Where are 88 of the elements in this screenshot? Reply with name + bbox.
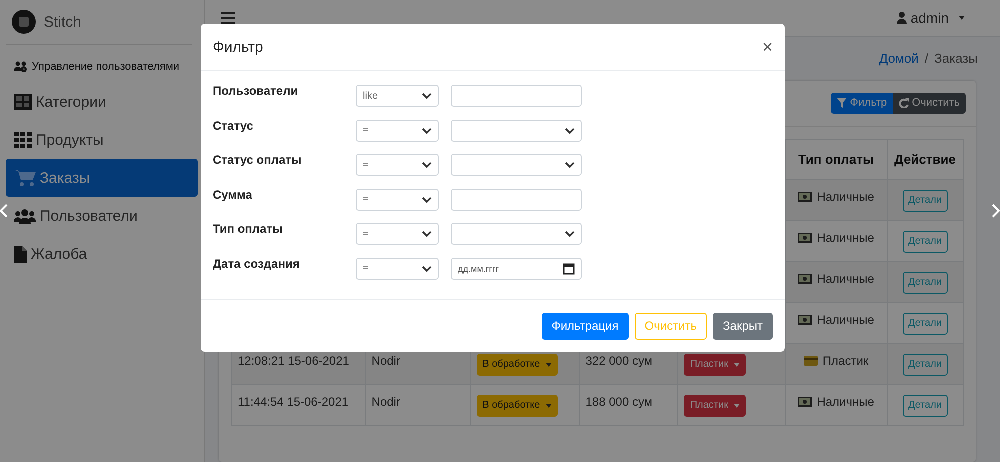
breadcrumb-link[interactable]: Домой — [879, 51, 919, 66]
close-button[interactable]: Закрыт — [713, 312, 773, 340]
chevron-down-icon — [565, 231, 575, 238]
cash-icon — [798, 192, 812, 202]
cash-icon — [798, 314, 812, 325]
apply-button[interactable]: Фильтрация — [542, 312, 629, 340]
table-cell: 188 000 сум — [586, 394, 653, 409]
column-header: Тип оплаты — [798, 152, 874, 167]
operator-select[interactable]: = — [356, 188, 439, 211]
operator-select[interactable]: = — [356, 154, 439, 176]
calendar-icon — [563, 262, 575, 275]
value-select[interactable] — [451, 120, 582, 142]
table-cell: Пластик — [822, 354, 869, 368]
dialog-title: Фильтр — [213, 38, 264, 56]
filter-button[interactable]: Фильтр — [831, 92, 894, 114]
operator-select[interactable]: = — [356, 223, 439, 246]
chevron-down-icon — [422, 162, 432, 168]
cash-icon — [798, 274, 812, 284]
table-cell: Nodir — [372, 354, 400, 368]
chevron-down-icon — [422, 93, 432, 100]
document-icon — [14, 246, 27, 262]
column-header: Действие — [894, 152, 956, 167]
chevron-left-icon[interactable] — [0, 204, 8, 218]
value-select[interactable] — [451, 154, 582, 176]
operator-select[interactable]: = — [356, 120, 439, 142]
field-label: Статус оплаты — [213, 153, 303, 168]
grid-icon — [14, 94, 32, 110]
sidebar-item[interactable]: Продукты — [6, 121, 198, 159]
table-cell: 322 000 сум — [586, 354, 653, 368]
cash-icon — [798, 396, 812, 407]
card-icon — [804, 356, 818, 366]
table-cell: 12:08:21 15-06-2021 — [238, 354, 350, 368]
users-icon — [14, 208, 36, 224]
chevron-down-icon — [422, 128, 432, 134]
table-cell: Наличные — [817, 312, 874, 327]
payment-dropdown[interactable]: Пластик — [684, 394, 746, 417]
sidebar-item[interactable]: Категории — [6, 83, 198, 121]
cash-icon — [798, 232, 812, 243]
breadcrumb-current: Заказы — [934, 51, 978, 66]
operator-select[interactable]: = — [356, 258, 439, 280]
users-icon — [14, 61, 28, 73]
user-icon — [896, 12, 907, 24]
user-menu[interactable]: admin — [896, 10, 965, 26]
filter-icon — [837, 98, 848, 108]
chevron-down-icon — [422, 266, 432, 272]
table-cell: 11:44:54 15-06-2021 — [238, 394, 349, 409]
details-button[interactable]: Детали — [902, 190, 948, 212]
field-label: Пользователи — [213, 84, 300, 98]
close-button[interactable]: × — [762, 36, 773, 58]
text-field[interactable] — [451, 85, 582, 108]
cart-icon — [14, 169, 36, 187]
details-button[interactable]: Детали — [902, 230, 948, 253]
chevron-down-icon — [565, 128, 575, 134]
status-dropdown[interactable]: В обработке — [476, 394, 558, 417]
sidebar-item[interactable]: Заказы — [6, 159, 198, 197]
sidebar-item[interactable]: Жалоба — [6, 235, 198, 273]
table-cell: Наличные — [817, 230, 874, 245]
menu-icon — [221, 12, 235, 24]
field-label: Тип оплаты — [213, 222, 284, 236]
chevron-right-icon[interactable] — [992, 204, 1000, 218]
payment-dropdown[interactable]: Пластик — [684, 354, 746, 376]
value-select[interactable] — [451, 223, 582, 246]
details-button[interactable]: Детали — [902, 312, 948, 335]
sidebar-item[interactable]: Пользователи — [6, 197, 198, 235]
redo-icon — [899, 98, 910, 108]
operator-select[interactable]: like — [356, 85, 439, 108]
brand-name: Stitch — [44, 14, 82, 30]
field-label: Статус — [213, 118, 254, 133]
table-cell: Наличные — [817, 272, 874, 286]
table-cell: Наличные — [817, 190, 874, 204]
chevron-down-icon — [565, 162, 575, 168]
breadcrumb-separator: / — [924, 51, 929, 66]
field-label: Сумма — [213, 188, 254, 202]
date-field[interactable]: дд.мм.гггг — [451, 258, 582, 280]
table-cell: Nodir — [372, 394, 400, 409]
logo-icon — [12, 10, 36, 34]
table-cell: Наличные — [817, 394, 874, 409]
clear-button[interactable]: Очистить — [893, 92, 966, 114]
chevron-down-icon — [422, 196, 432, 203]
details-button[interactable]: Детали — [902, 354, 948, 376]
grid-icon — [14, 132, 32, 148]
field-label: Дата создания — [213, 256, 301, 271]
sidebar-item[interactable]: Управление пользователями — [6, 51, 198, 83]
status-dropdown[interactable]: В обработке — [476, 354, 558, 376]
chevron-down-icon — [422, 231, 432, 238]
text-field[interactable] — [451, 188, 582, 211]
details-button[interactable]: Детали — [902, 394, 948, 417]
details-button[interactable]: Детали — [902, 272, 948, 294]
